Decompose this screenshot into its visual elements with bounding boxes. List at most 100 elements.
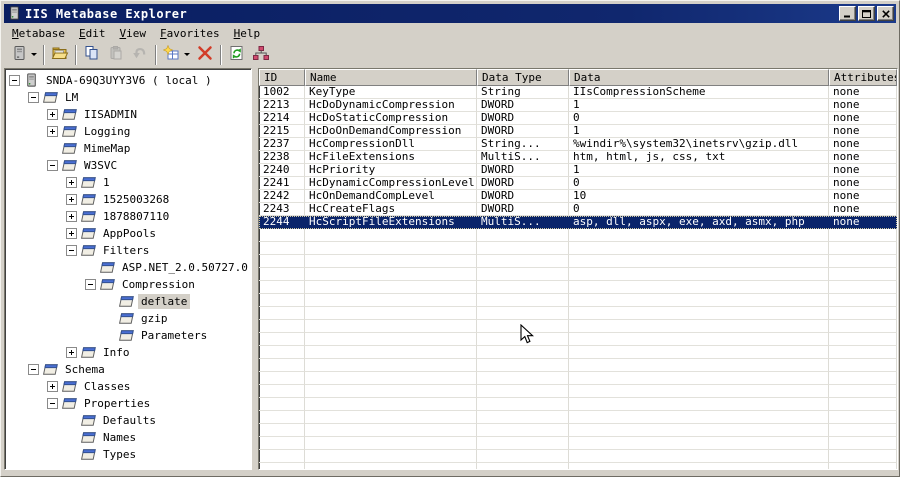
dropdown-arrow-icon[interactable] [184, 53, 190, 56]
menu-view[interactable]: View [112, 26, 153, 41]
tree-item-mimemap[interactable]: MimeMap [5, 140, 251, 157]
column-header-id[interactable]: ID [259, 69, 305, 86]
tree-item-label[interactable]: Classes [81, 379, 133, 394]
column-header-data[interactable]: Data [569, 69, 829, 86]
connect-button[interactable] [7, 44, 40, 66]
copy-button[interactable] [80, 44, 104, 66]
open-button[interactable] [48, 44, 72, 66]
tree-item-asp-net-2-0-50727-0[interactable]: ASP.NET_2.0.50727.0 [5, 259, 251, 276]
tree-item-label[interactable]: Compression [119, 277, 198, 292]
collapse-icon[interactable] [47, 398, 58, 409]
table-row-empty[interactable] [259, 450, 897, 463]
collapse-icon[interactable] [66, 245, 77, 256]
table-row-empty[interactable] [259, 372, 897, 385]
table-row-2241[interactable]: 2241 HcDynamicCompressionLevel DWORD 0 none [259, 177, 897, 190]
table-row-empty[interactable] [259, 268, 897, 281]
table-row-empty[interactable] [259, 281, 897, 294]
menu-favorites[interactable]: Favorites [153, 26, 227, 41]
table-row-2242[interactable]: 2242 HcOnDemandCompLevel DWORD 10 none [259, 190, 897, 203]
menu-help[interactable]: Help [227, 26, 268, 41]
tree-item-label[interactable]: 1525003268 [100, 192, 172, 207]
tree-item-w3svc[interactable]: W3SVC [5, 157, 251, 174]
expand-icon[interactable] [66, 194, 77, 205]
tree-item-classes[interactable]: Classes [5, 378, 251, 395]
table-row-2215[interactable]: 2215 HcDoOnDemandCompression DWORD 1 none [259, 125, 897, 138]
tree-item-names[interactable]: Names [5, 429, 251, 446]
collapse-icon[interactable] [9, 75, 20, 86]
tree-item-1525003268[interactable]: 1525003268 [5, 191, 251, 208]
table-row-2240[interactable]: 2240 HcPriority DWORD 1 none [259, 164, 897, 177]
expand-icon[interactable] [66, 211, 77, 222]
tree-item-label[interactable]: AppPools [100, 226, 159, 241]
tree-item-label[interactable]: LM [62, 90, 81, 105]
refresh-button[interactable] [225, 44, 249, 66]
tree-item-snda-69q3uyy3v6-local[interactable]: SNDA-69Q3UYY3V6 ( local ) [5, 72, 251, 89]
table-row-2243[interactable]: 2243 HcCreateFlags DWORD 0 none [259, 203, 897, 216]
tree-item-1[interactable]: 1 [5, 174, 251, 191]
tree-item-label[interactable]: ASP.NET_2.0.50727.0 [119, 260, 251, 275]
table-row-2238[interactable]: 2238 HcFileExtensions MultiS... htm, html, … [259, 151, 897, 164]
tree-item-label[interactable]: Info [100, 345, 133, 360]
table-row-empty[interactable] [259, 398, 897, 411]
tree-item-gzip[interactable]: gzip [5, 310, 251, 327]
title-bar[interactable]: IIS Metabase Explorer [4, 4, 896, 23]
column-header-name[interactable]: Name [305, 69, 477, 86]
table-row-empty[interactable] [259, 242, 897, 255]
close-button[interactable] [877, 6, 894, 21]
expand-icon[interactable] [47, 126, 58, 137]
tree-item-label[interactable]: Schema [62, 362, 108, 377]
menu-metabase[interactable]: Metabase [5, 26, 72, 41]
menu-edit[interactable]: Edit [72, 26, 113, 41]
table-row-2237[interactable]: 2237 HcCompressionDll String... %windir%\sy… [259, 138, 897, 151]
tree-item-label[interactable]: Types [100, 447, 139, 462]
tree-item-logging[interactable]: Logging [5, 123, 251, 140]
tree-item-deflate[interactable]: deflate [5, 293, 251, 310]
collapse-icon[interactable] [28, 92, 39, 103]
tree-item-label[interactable]: 1 [100, 175, 113, 190]
table-row-empty[interactable] [259, 333, 897, 346]
expand-icon[interactable] [66, 228, 77, 239]
tree-item-compression[interactable]: Compression [5, 276, 251, 293]
minimize-button[interactable] [839, 6, 856, 21]
tree-item-lm[interactable]: LM [5, 89, 251, 106]
table-row-empty[interactable] [259, 294, 897, 307]
tree-item-label[interactable]: SNDA-69Q3UYY3V6 ( local ) [43, 73, 215, 88]
tree-item-filters[interactable]: Filters [5, 242, 251, 259]
table-row-2213[interactable]: 2213 HcDoDynamicCompression DWORD 1 none [259, 99, 897, 112]
tree-item-label[interactable]: MimeMap [81, 141, 133, 156]
table-row-empty[interactable] [259, 424, 897, 437]
expand-icon[interactable] [47, 109, 58, 120]
tree-item-parameters[interactable]: Parameters [5, 327, 251, 344]
table-row-empty[interactable] [259, 255, 897, 268]
hierarchy-button[interactable] [249, 44, 273, 66]
table-row-1002[interactable]: 1002 KeyType String IIsCompressionScheme non… [259, 86, 897, 99]
table-row-empty[interactable] [259, 229, 897, 242]
table-row-2244[interactable]: 2244 HcScriptFileExtensions MultiS... asp, … [259, 216, 897, 229]
new-record-button[interactable] [160, 44, 193, 66]
table-row-empty[interactable] [259, 320, 897, 333]
tree-item-label[interactable]: Names [100, 430, 139, 445]
table-row-empty[interactable] [259, 346, 897, 359]
tree-item-1878807110[interactable]: 1878807110 [5, 208, 251, 225]
table-row-empty[interactable] [259, 307, 897, 320]
tree-item-apppools[interactable]: AppPools [5, 225, 251, 242]
tree-item-defaults[interactable]: Defaults [5, 412, 251, 429]
tree-item-label[interactable]: Defaults [100, 413, 159, 428]
tree-item-schema[interactable]: Schema [5, 361, 251, 378]
column-header-data-type[interactable]: Data Type [477, 69, 569, 86]
tree-item-label[interactable]: W3SVC [81, 158, 120, 173]
tree-item-label[interactable]: deflate [138, 294, 191, 309]
expand-icon[interactable] [66, 177, 77, 188]
expand-icon[interactable] [47, 381, 58, 392]
tree-item-label[interactable]: Logging [81, 124, 133, 139]
collapse-icon[interactable] [47, 160, 58, 171]
dropdown-arrow-icon[interactable] [31, 53, 37, 56]
tree-item-label[interactable]: IISADMIN [81, 107, 140, 122]
table-row-empty[interactable] [259, 463, 897, 469]
collapse-icon[interactable] [85, 279, 96, 290]
tree-item-iisadmin[interactable]: IISADMIN [5, 106, 251, 123]
tree-item-label[interactable]: 1878807110 [100, 209, 172, 224]
delete-button[interactable] [193, 44, 217, 66]
maximize-button[interactable] [858, 6, 875, 21]
column-header-attributes[interactable]: Attributes [829, 69, 897, 86]
